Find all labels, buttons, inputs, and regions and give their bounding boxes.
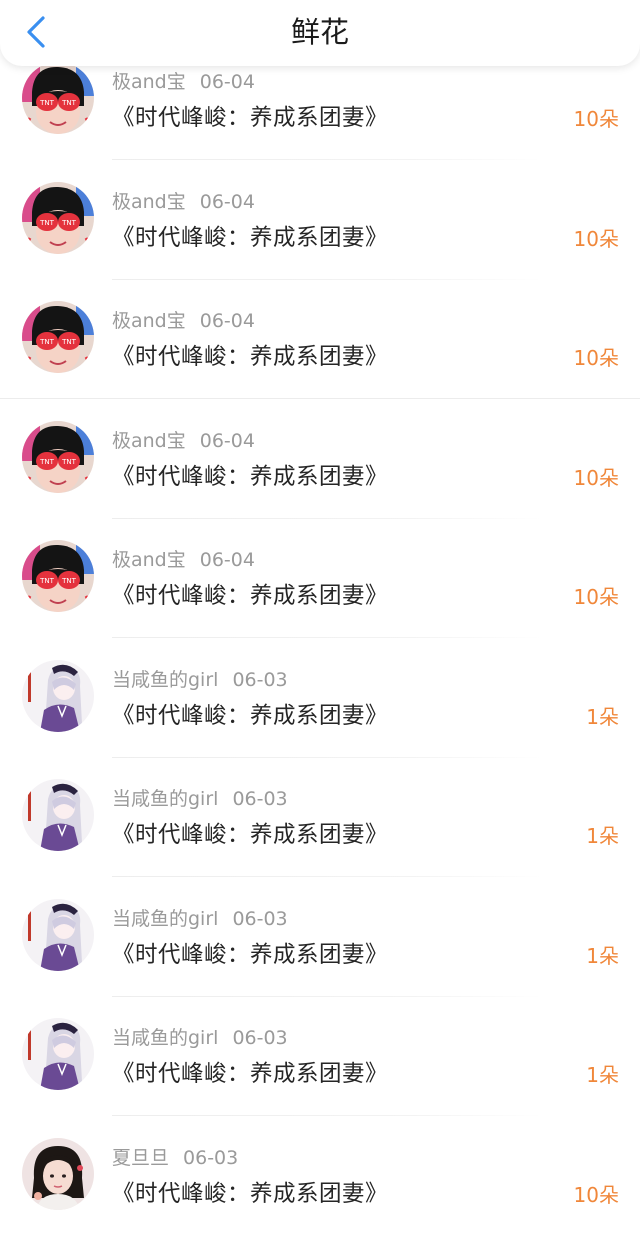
svg-text:TNT: TNT <box>61 219 77 227</box>
list-item[interactable]: 当咸鱼的girl 06-03 《时代峰峻：养成系团妻》 1朵 <box>0 757 640 877</box>
list-item[interactable]: TNT TNT 极and宝 06-04 《时代峰峻：养成系团妻》 10朵 <box>0 160 640 280</box>
avatar[interactable]: TNT TNT <box>22 421 94 493</box>
avatar[interactable]: TNT TNT <box>22 62 94 134</box>
svg-text:TNT: TNT <box>39 99 55 107</box>
item-date: 06-03 <box>232 908 287 930</box>
item-date: 06-04 <box>200 549 255 571</box>
list-item[interactable]: 当咸鱼的girl 06-03 《时代峰峻：养成系团妻》 1朵 <box>0 996 640 1116</box>
book-title[interactable]: 《时代峰峻：养成系团妻》 <box>112 337 388 377</box>
avatar-anime-girl-icon <box>22 899 94 971</box>
item-meta: 当咸鱼的girl 06-03 <box>112 784 288 814</box>
avatar[interactable] <box>22 779 94 851</box>
username[interactable]: 夏旦旦 <box>112 1147 169 1169</box>
flower-amount: 10朵 <box>574 1175 619 1215</box>
item-meta: 当咸鱼的girl 06-03 <box>112 665 288 695</box>
book-title[interactable]: 《时代峰峻：养成系团妻》 <box>112 935 388 975</box>
username[interactable]: 当咸鱼的girl <box>112 669 218 691</box>
item-date: 06-03 <box>232 669 287 691</box>
list-item[interactable]: TNT TNT 极and宝 06-04 《时代峰峻：养成系团妻》 10朵 <box>0 399 640 519</box>
book-title[interactable]: 《时代峰峻：养成系团妻》 <box>112 218 388 258</box>
list-item[interactable]: TNT TNT 极and宝 06-04 《时代峰峻：养成系团妻》 10朵 <box>0 518 640 638</box>
item-date: 06-03 <box>232 1027 287 1049</box>
avatar[interactable] <box>22 660 94 732</box>
username[interactable]: 极and宝 <box>112 310 186 332</box>
flower-amount: 1朵 <box>586 697 619 737</box>
avatar-anime-girl-icon <box>22 1018 94 1090</box>
item-meta: 极and宝 06-04 <box>112 426 255 456</box>
item-meta: 当咸鱼的girl 06-03 <box>112 904 288 934</box>
username[interactable]: 极and宝 <box>112 549 186 571</box>
svg-text:TNT: TNT <box>39 219 55 227</box>
avatar-tnt-icon: TNT TNT <box>22 62 94 134</box>
book-title[interactable]: 《时代峰峻：养成系团妻》 <box>112 576 388 616</box>
item-date: 06-04 <box>200 430 255 452</box>
avatar-tnt-icon: TNT TNT <box>22 301 94 373</box>
avatar[interactable] <box>22 1138 94 1210</box>
item-meta: 极and宝 06-04 <box>112 545 255 575</box>
book-title[interactable]: 《时代峰峻：养成系团妻》 <box>112 457 388 497</box>
page-title: 鲜花 <box>0 12 640 52</box>
svg-text:TNT: TNT <box>61 99 77 107</box>
avatar-tnt-icon: TNT TNT <box>22 540 94 612</box>
item-meta: 极and宝 06-04 <box>112 306 255 336</box>
flower-list: TNT TNT 极and宝 06-04 《时代峰峻：养成系团妻》 10朵 <box>0 0 640 1225</box>
book-title[interactable]: 《时代峰峻：养成系团妻》 <box>112 1174 388 1214</box>
avatar[interactable] <box>22 1018 94 1090</box>
item-date: 06-03 <box>183 1147 238 1169</box>
avatar-anime-girl-icon <box>22 779 94 851</box>
list-item[interactable]: 当咸鱼的girl 06-03 《时代峰峻：养成系团妻》 1朵 <box>0 877 640 997</box>
list-item[interactable]: 夏旦旦 06-03 《时代峰峻：养成系团妻》 10朵 <box>0 1116 640 1235</box>
avatar-tnt-icon: TNT TNT <box>22 421 94 493</box>
list-item[interactable]: 当咸鱼的girl 06-03 《时代峰峻：养成系团妻》 1朵 <box>0 638 640 758</box>
avatar[interactable]: TNT TNT <box>22 540 94 612</box>
avatar[interactable]: TNT TNT <box>22 182 94 254</box>
book-title[interactable]: 《时代峰峻：养成系团妻》 <box>112 815 388 855</box>
avatar-tnt-icon: TNT TNT <box>22 182 94 254</box>
username[interactable]: 当咸鱼的girl <box>112 1027 218 1049</box>
top-nav-bar: 鲜花 <box>0 0 640 66</box>
item-date: 06-04 <box>200 71 255 93</box>
flower-amount: 10朵 <box>574 99 619 139</box>
flower-amount: 1朵 <box>586 936 619 976</box>
item-date: 06-04 <box>200 310 255 332</box>
item-meta: 当咸鱼的girl 06-03 <box>112 1023 288 1053</box>
book-title[interactable]: 《时代峰峻：养成系团妻》 <box>112 1054 388 1094</box>
flower-amount: 10朵 <box>574 338 619 378</box>
avatar[interactable] <box>22 899 94 971</box>
list-item[interactable]: TNT TNT 极and宝 06-04 《时代峰峻：养成系团妻》 10朵 <box>0 279 640 399</box>
svg-text:TNT: TNT <box>39 338 55 346</box>
item-meta: 极and宝 06-04 <box>112 187 255 217</box>
svg-text:TNT: TNT <box>39 577 55 585</box>
avatar-anime-girl-icon <box>22 660 94 732</box>
avatar[interactable]: TNT TNT <box>22 301 94 373</box>
username[interactable]: 极and宝 <box>112 71 186 93</box>
flower-amount: 1朵 <box>586 1055 619 1095</box>
flower-amount: 1朵 <box>586 816 619 856</box>
username[interactable]: 当咸鱼的girl <box>112 908 218 930</box>
item-date: 06-04 <box>200 191 255 213</box>
username[interactable]: 极and宝 <box>112 191 186 213</box>
book-title[interactable]: 《时代峰峻：养成系团妻》 <box>112 98 388 138</box>
item-meta: 夏旦旦 06-03 <box>112 1143 238 1173</box>
avatar-photo-girl-icon <box>22 1138 94 1210</box>
flower-amount: 10朵 <box>574 219 619 259</box>
svg-text:TNT: TNT <box>39 458 55 466</box>
item-meta: 极and宝 06-04 <box>112 67 255 97</box>
svg-text:TNT: TNT <box>61 338 77 346</box>
username[interactable]: 当咸鱼的girl <box>112 788 218 810</box>
item-date: 06-03 <box>232 788 287 810</box>
flower-amount: 10朵 <box>574 458 619 498</box>
book-title[interactable]: 《时代峰峻：养成系团妻》 <box>112 696 388 736</box>
svg-text:TNT: TNT <box>61 577 77 585</box>
username[interactable]: 极and宝 <box>112 430 186 452</box>
svg-text:TNT: TNT <box>61 458 77 466</box>
flower-amount: 10朵 <box>574 577 619 617</box>
